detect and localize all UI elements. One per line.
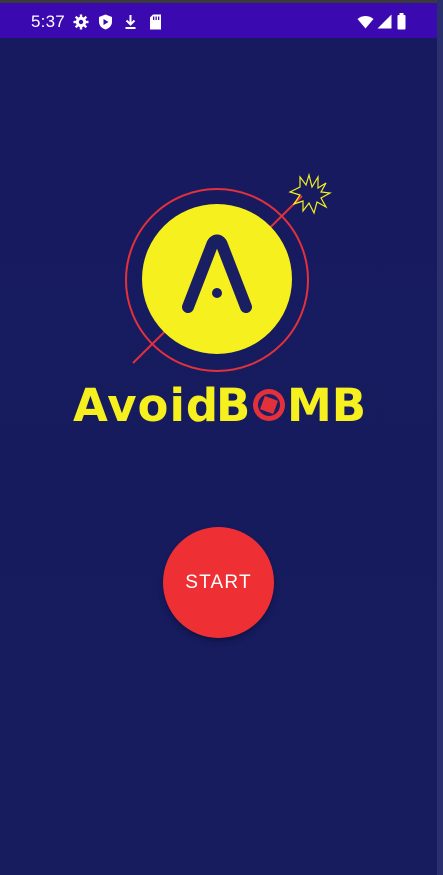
- settings-icon: [73, 14, 89, 30]
- logo-letter-a-dot: [212, 288, 222, 298]
- shield-play-icon: [99, 14, 112, 30]
- start-button[interactable]: START: [163, 527, 274, 638]
- logo-title-avoid: Avoid: [73, 379, 219, 432]
- status-bar: 5:37: [0, 0, 437, 38]
- status-time: 5:37: [31, 12, 65, 31]
- wifi-icon: [357, 16, 374, 29]
- spark-icon: [288, 172, 332, 215]
- logo-title-b: B: [216, 379, 250, 432]
- logo-title-mb: MB: [287, 379, 366, 432]
- battery-icon: [397, 13, 406, 30]
- download-icon: [125, 15, 136, 29]
- sd-card-icon: [150, 14, 161, 30]
- bomb-o-icon: [253, 389, 285, 421]
- logo-title: Avoid B MB: [73, 379, 366, 432]
- logo-yellow-circle: [142, 204, 292, 354]
- signal-icon: [377, 14, 392, 29]
- screen-edge: [437, 0, 443, 875]
